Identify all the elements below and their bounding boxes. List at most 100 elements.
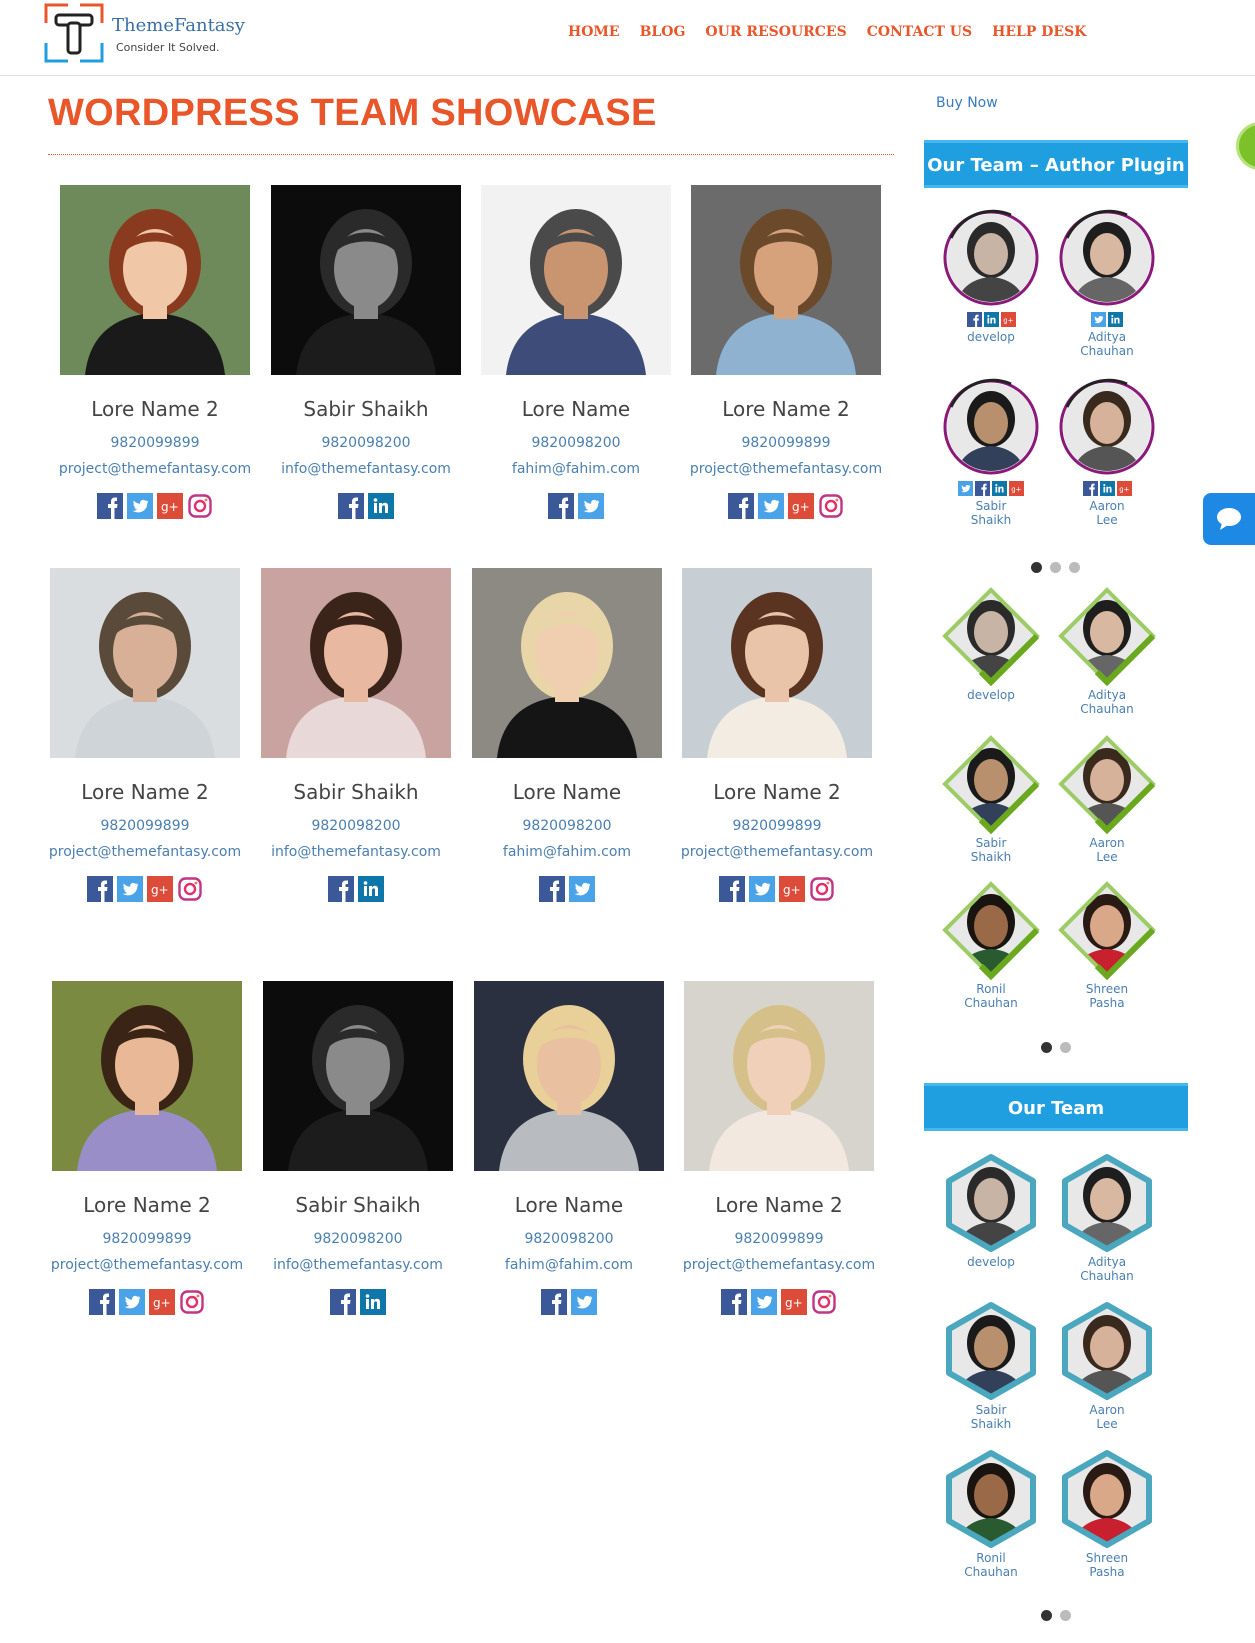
member-photo[interactable] <box>263 981 453 1171</box>
carousel-dot[interactable] <box>1031 562 1042 573</box>
carousel-dot[interactable] <box>1041 1610 1052 1621</box>
sidebar-team-member[interactable]: g+ Aaron Lee <box>1052 377 1162 527</box>
twitter-icon[interactable] <box>119 1289 145 1315</box>
sidebar-team-member[interactable]: develop <box>936 586 1046 702</box>
member-photo[interactable] <box>50 568 240 758</box>
sidebar-member-photo[interactable] <box>941 1153 1041 1253</box>
googleplus-icon[interactable]: g+ <box>157 493 183 519</box>
sidebar-member-photo[interactable] <box>941 880 1041 981</box>
nav-contact-us[interactable]: CONTACT US <box>867 24 972 40</box>
twitter-icon[interactable] <box>958 481 973 496</box>
twitter-icon[interactable] <box>578 493 604 519</box>
facebook-icon[interactable] <box>975 481 990 496</box>
googleplus-icon[interactable]: g+ <box>149 1289 175 1315</box>
facebook-icon[interactable] <box>541 1289 567 1315</box>
instagram-icon[interactable] <box>809 876 835 902</box>
nav-blog[interactable]: BLOG <box>640 24 686 40</box>
member-photo[interactable] <box>682 568 872 758</box>
linkedin-icon[interactable] <box>992 481 1007 496</box>
facebook-icon[interactable] <box>330 1289 356 1315</box>
member-email[interactable]: info@themefantasy.com <box>246 844 466 860</box>
sidebar-team-member[interactable]: Shreen Pasha <box>1052 880 1162 1010</box>
member-email[interactable]: fahim@fahim.com <box>457 844 677 860</box>
linkedin-icon[interactable] <box>1108 312 1123 327</box>
twitter-icon[interactable] <box>751 1289 777 1315</box>
googleplus-icon[interactable]: g+ <box>781 1289 807 1315</box>
nav-home[interactable]: HOME <box>568 24 620 40</box>
member-photo[interactable] <box>271 185 461 375</box>
googleplus-icon[interactable]: g+ <box>1116 481 1132 496</box>
twitter-icon[interactable] <box>1091 312 1106 327</box>
sidebar-team-member[interactable]: Ronil Chauhan <box>936 880 1046 1010</box>
sidebar-member-photo[interactable] <box>1057 880 1157 981</box>
googleplus-icon[interactable]: g+ <box>1009 481 1024 496</box>
sidebar-member-photo[interactable] <box>941 377 1041 477</box>
twitter-icon[interactable] <box>127 493 153 519</box>
instagram-icon[interactable] <box>179 1289 205 1315</box>
sidebar-member-photo[interactable] <box>941 734 1041 835</box>
facebook-icon[interactable] <box>1082 481 1098 496</box>
sidebar-team-member[interactable]: Ronil Chauhan <box>936 1449 1046 1579</box>
side-tab-button[interactable] <box>1236 122 1255 170</box>
googleplus-icon[interactable]: g+ <box>1000 312 1016 327</box>
sidebar-member-photo[interactable] <box>1057 1449 1157 1549</box>
instagram-icon[interactable] <box>811 1289 837 1315</box>
facebook-icon[interactable] <box>87 876 113 902</box>
site-logo[interactable]: ThemeFantasy Consider It Solved. <box>44 3 264 63</box>
facebook-icon[interactable] <box>97 493 123 519</box>
member-photo[interactable] <box>60 185 250 375</box>
member-email[interactable]: project@themefantasy.com <box>37 1257 257 1273</box>
sidebar-team-member[interactable]: Sabir Shaikh <box>936 1301 1046 1431</box>
member-photo[interactable] <box>691 185 881 375</box>
sidebar-member-photo[interactable] <box>1057 1301 1157 1401</box>
twitter-icon[interactable] <box>749 876 775 902</box>
facebook-icon[interactable] <box>89 1289 115 1315</box>
sidebar-member-photo[interactable] <box>1057 734 1157 835</box>
facebook-icon[interactable] <box>721 1289 747 1315</box>
sidebar-member-photo[interactable] <box>1057 208 1157 308</box>
member-email[interactable]: info@themefantasy.com <box>256 461 476 477</box>
nav-help-desk[interactable]: HELP DESK <box>992 24 1086 40</box>
instagram-icon[interactable] <box>818 493 844 519</box>
sidebar-team-member[interactable]: Aaron Lee <box>1052 1301 1162 1431</box>
sidebar-member-photo[interactable] <box>941 208 1041 308</box>
member-email[interactable]: project@themefantasy.com <box>667 844 887 860</box>
twitter-icon[interactable] <box>569 876 595 902</box>
member-email[interactable]: project@themefantasy.com <box>676 461 896 477</box>
member-email[interactable]: project@themefantasy.com <box>35 844 255 860</box>
carousel-dot[interactable] <box>1069 562 1080 573</box>
sidebar-member-photo[interactable] <box>1057 377 1157 477</box>
sidebar-team-member[interactable]: g+ develop <box>936 208 1046 344</box>
member-photo[interactable] <box>261 568 451 758</box>
member-email[interactable]: info@themefantasy.com <box>248 1257 468 1273</box>
sidebar-team-member[interactable]: develop <box>936 1153 1046 1269</box>
sidebar-member-photo[interactable] <box>1057 1153 1157 1253</box>
facebook-icon[interactable] <box>728 493 754 519</box>
linkedin-icon[interactable] <box>368 493 394 519</box>
sidebar-member-photo[interactable] <box>941 586 1041 687</box>
sidebar-team-member[interactable]: Aaron Lee <box>1052 734 1162 864</box>
twitter-icon[interactable] <box>117 876 143 902</box>
nav-our-resources[interactable]: OUR RESOURCES <box>705 24 846 40</box>
instagram-icon[interactable] <box>177 876 203 902</box>
member-photo[interactable] <box>474 981 664 1171</box>
sidebar-team-member[interactable]: Aditya Chauhan <box>1052 208 1162 358</box>
member-photo[interactable] <box>684 981 874 1171</box>
facebook-icon[interactable] <box>548 493 574 519</box>
sidebar-team-member[interactable]: Aditya Chauhan <box>1052 1153 1162 1283</box>
sidebar-member-photo[interactable] <box>941 1449 1041 1549</box>
buy-now-link[interactable]: Buy Now <box>936 95 998 111</box>
carousel-dot[interactable] <box>1060 1610 1071 1621</box>
chat-button[interactable] <box>1203 493 1255 545</box>
member-email[interactable]: project@themefantasy.com <box>45 461 265 477</box>
twitter-icon[interactable] <box>571 1289 597 1315</box>
instagram-icon[interactable] <box>187 493 213 519</box>
carousel-dot[interactable] <box>1050 562 1061 573</box>
linkedin-icon[interactable] <box>1099 481 1115 496</box>
member-email[interactable]: fahim@fahim.com <box>466 461 686 477</box>
linkedin-icon[interactable] <box>358 876 384 902</box>
googleplus-icon[interactable]: g+ <box>788 493 814 519</box>
member-email[interactable]: project@themefantasy.com <box>669 1257 889 1273</box>
sidebar-team-member[interactable]: Sabir Shaikh <box>936 734 1046 864</box>
member-photo[interactable] <box>52 981 242 1171</box>
